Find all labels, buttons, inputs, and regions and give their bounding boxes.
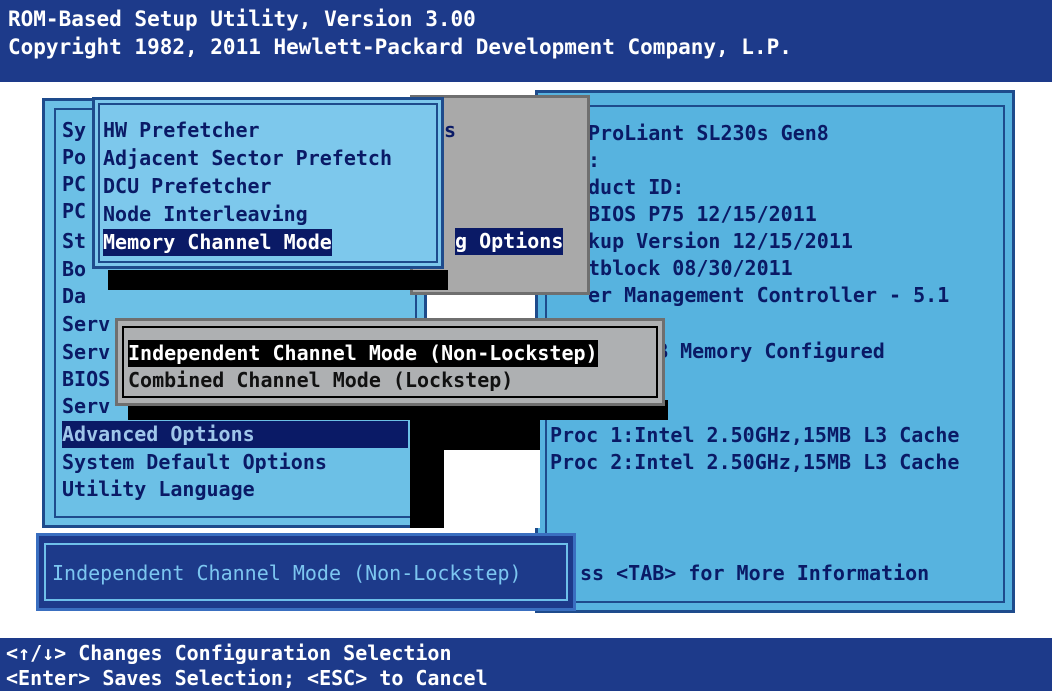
info-line-backup: kup Version 12/15/2011: [588, 229, 853, 253]
footer-nav-hint: <↑/↓> Changes Configuration Selection: [6, 641, 452, 665]
info-line-memory: B Memory Configured: [656, 339, 885, 363]
menu-item-bios[interactable]: BIOS: [62, 366, 110, 393]
grey-fragment-top: s: [444, 118, 457, 142]
menu-item-server-3[interactable]: Serv: [62, 393, 110, 420]
info-line-product-id: duct ID:: [588, 175, 685, 199]
menu-item-pci[interactable]: PC: [62, 171, 86, 198]
submenu-item-adjacent-sector[interactable]: Adjacent Sector Prefetch: [103, 145, 392, 172]
menu-item-server-1[interactable]: Serv: [62, 311, 110, 338]
submenu-item-dcu-prefetcher[interactable]: DCU Prefetcher: [103, 173, 272, 200]
menu-item-standard[interactable]: St: [62, 228, 86, 255]
footer-bar: <↑/↓> Changes Configuration Selection <E…: [0, 638, 1052, 691]
menu-item-system[interactable]: Sy: [62, 117, 86, 144]
menu-item-advanced-options[interactable]: Advanced Options: [62, 421, 408, 448]
submenu-item-hw-prefetcher[interactable]: HW Prefetcher: [103, 117, 260, 144]
submenu-item-memory-channel-mode[interactable]: Memory Channel Mode: [103, 229, 332, 256]
utility-title: ROM-Based Setup Utility, Version 3.00: [8, 7, 476, 31]
menu-item-system-default[interactable]: System Default Options: [62, 449, 327, 476]
more-info-hint: ss <TAB> for More Information: [580, 561, 930, 585]
info-line-proc2: Proc 2:Intel 2.50GHz,15MB L3 Cache: [550, 450, 960, 474]
footer-save-hint: <Enter> Saves Selection; <ESC> to Cancel: [6, 666, 488, 690]
copyright-text: Copyright 1982, 2011 Hewlett-Packard Dev…: [8, 35, 792, 59]
menu-item-power[interactable]: Po: [62, 144, 86, 171]
panel-gap: [444, 450, 540, 528]
current-value-text: Independent Channel Mode (Non-Lockstep): [52, 561, 522, 585]
info-line-bootblock: tblock 08/30/2011: [588, 256, 793, 280]
info-line-ilo: er Management Controller - 5.1: [588, 283, 950, 307]
option-independent-channel[interactable]: Independent Channel Mode (Non-Lockstep): [128, 340, 598, 367]
info-line-bios: BIOS P75 12/15/2011: [588, 202, 817, 226]
header-bar: ROM-Based Setup Utility, Version 3.00 Co…: [0, 0, 1052, 82]
menu-item-utility-language[interactable]: Utility Language: [62, 476, 255, 503]
submenu-shadow: [108, 270, 448, 290]
info-line-proc1: Proc 1:Intel 2.50GHz,15MB L3 Cache: [550, 423, 960, 447]
menu-item-pci-2[interactable]: PC: [62, 198, 86, 225]
menu-item-server-2[interactable]: Serv: [62, 339, 110, 366]
option-combined-channel[interactable]: Combined Channel Mode (Lockstep): [128, 367, 513, 394]
submenu-item-node-interleaving[interactable]: Node Interleaving: [103, 201, 308, 228]
grey-fragment-options: g Options: [455, 228, 564, 255]
info-line-product: ProLiant SL230s Gen8: [588, 121, 829, 145]
menu-item-date[interactable]: Da: [62, 283, 86, 310]
menu-item-boot[interactable]: Bo: [62, 256, 86, 283]
